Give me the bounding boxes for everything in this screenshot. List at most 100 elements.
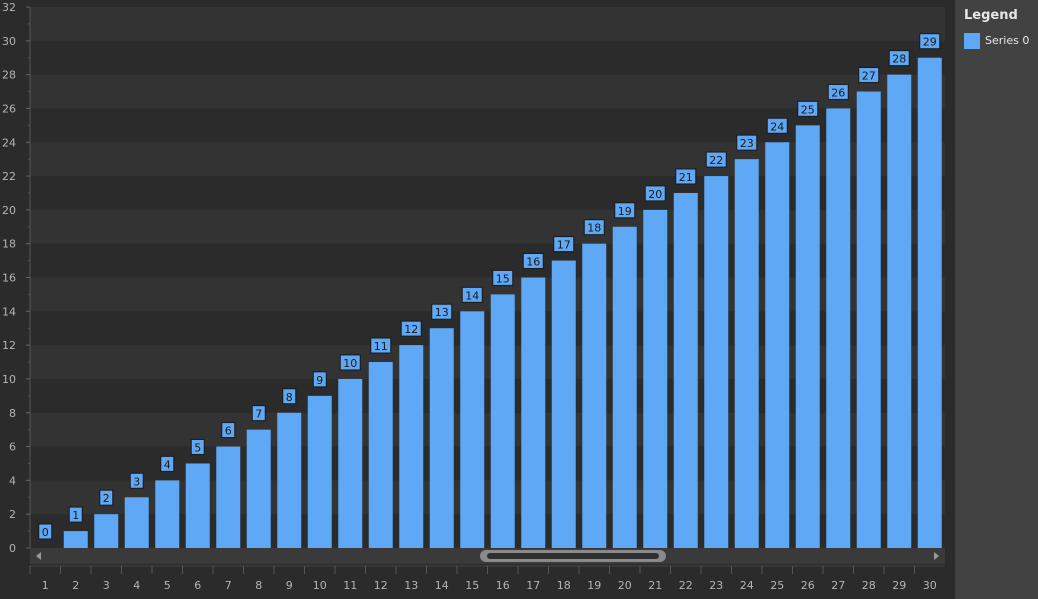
- data-label: 13: [435, 306, 449, 319]
- y-tick-label: 32: [2, 1, 16, 14]
- x-tick-label: 26: [801, 579, 815, 592]
- data-label: 9: [316, 374, 323, 387]
- bar[interactable]: [368, 362, 393, 548]
- bar[interactable]: [765, 142, 790, 548]
- data-label: 14: [465, 289, 479, 302]
- y-tick-label: 4: [9, 474, 16, 487]
- x-tick-label: 19: [587, 579, 601, 592]
- x-tick-label: 6: [194, 579, 201, 592]
- data-label: 24: [770, 120, 784, 133]
- x-tick-label: 27: [831, 579, 845, 592]
- data-label: 23: [740, 137, 754, 150]
- data-label: 19: [618, 205, 632, 218]
- y-tick-label: 20: [2, 204, 16, 217]
- data-label: 17: [557, 239, 571, 252]
- legend-panel: Legend Series 0: [955, 0, 1038, 599]
- data-label: 16: [526, 256, 540, 269]
- x-tick-label: 20: [618, 579, 632, 592]
- x-tick-label: 8: [255, 579, 262, 592]
- data-label: 8: [286, 391, 293, 404]
- y-tick-label: 18: [2, 238, 16, 251]
- bar[interactable]: [94, 514, 119, 548]
- bar[interactable]: [124, 497, 149, 548]
- bar[interactable]: [429, 328, 454, 548]
- bar[interactable]: [63, 531, 88, 548]
- x-tick-label: 2: [72, 579, 79, 592]
- y-tick-label: 8: [9, 407, 16, 420]
- y-tick-label: 22: [2, 170, 16, 183]
- bar[interactable]: [155, 480, 180, 548]
- x-tick-label: 17: [526, 579, 540, 592]
- bar-chart: 0246810121416182022242628303201234567891…: [2, 1, 945, 592]
- bar[interactable]: [643, 209, 668, 548]
- data-label: 26: [831, 86, 845, 99]
- data-label: 22: [709, 154, 723, 167]
- data-label: 3: [133, 475, 140, 488]
- bar[interactable]: [307, 395, 332, 548]
- bar[interactable]: [246, 429, 271, 548]
- bar[interactable]: [551, 260, 576, 548]
- x-tick-label: 9: [286, 579, 293, 592]
- bar[interactable]: [734, 159, 759, 548]
- bar[interactable]: [582, 243, 607, 548]
- data-label: 11: [374, 340, 388, 353]
- data-label: 6: [225, 425, 232, 438]
- bar[interactable]: [521, 277, 546, 549]
- x-tick-label: 21: [648, 579, 662, 592]
- x-tick-label: 12: [374, 579, 388, 592]
- chart-area: 0 2 4 6 8 10 12 14 16 18 20 22 24 26 28 30 32 0 1 2 3 4 5 6 7 8 9 1…: [0, 0, 955, 599]
- x-tick-label: 25: [770, 579, 784, 592]
- scrollbar-thumb-grip: [487, 553, 659, 559]
- bar[interactable]: [795, 125, 820, 548]
- x-tick-label: 18: [557, 579, 571, 592]
- y-tick-label: 14: [2, 305, 16, 318]
- x-tick-label: 11: [343, 579, 357, 592]
- bar[interactable]: [460, 311, 485, 548]
- x-tick-label: 28: [862, 579, 876, 592]
- x-tick-label: 16: [496, 579, 510, 592]
- x-tick-label: 14: [435, 579, 449, 592]
- y-tick-label: 30: [2, 35, 16, 48]
- x-tick-label: 7: [225, 579, 232, 592]
- y-tick-label: 26: [2, 102, 16, 115]
- data-label: 2: [103, 492, 110, 505]
- bar[interactable]: [856, 91, 881, 548]
- y-tick-label: 0: [9, 542, 16, 555]
- data-label: 28: [892, 53, 906, 66]
- legend-swatch: [964, 33, 980, 49]
- x-tick-label: 24: [740, 579, 754, 592]
- y-tick-label: 12: [2, 339, 16, 352]
- bar[interactable]: [216, 446, 241, 548]
- y-tick-label: 28: [2, 69, 16, 82]
- x-tick-label: 22: [679, 579, 693, 592]
- bar[interactable]: [612, 226, 637, 548]
- x-tick-label: 30: [923, 579, 937, 592]
- data-label: 18: [587, 222, 601, 235]
- legend-item-label: Series 0: [985, 34, 1030, 47]
- bar[interactable]: [399, 345, 424, 548]
- bar[interactable]: [887, 74, 912, 548]
- y-tick-label: 2: [9, 508, 16, 521]
- bar[interactable]: [673, 192, 698, 548]
- x-tick-label: 1: [42, 579, 49, 592]
- data-label: 27: [862, 70, 876, 83]
- grid-band: [30, 40, 945, 75]
- legend-title: Legend: [964, 8, 1018, 23]
- bar[interactable]: [185, 463, 210, 548]
- data-label: 0: [42, 526, 49, 539]
- x-tick-label: 29: [892, 579, 906, 592]
- bar[interactable]: [826, 108, 851, 548]
- bar[interactable]: [338, 378, 363, 548]
- y-tick-label: 16: [2, 272, 16, 285]
- data-label: 20: [648, 188, 662, 201]
- bar[interactable]: [917, 57, 942, 548]
- bar[interactable]: [704, 176, 729, 548]
- x-tick-label: 13: [404, 579, 418, 592]
- y-tick-label: 6: [9, 441, 16, 454]
- data-label: 12: [404, 323, 418, 336]
- data-label: 5: [194, 441, 201, 454]
- bar[interactable]: [490, 294, 515, 548]
- x-tick-label: 10: [313, 579, 327, 592]
- x-tick-label: 23: [709, 579, 723, 592]
- bar[interactable]: [277, 412, 302, 548]
